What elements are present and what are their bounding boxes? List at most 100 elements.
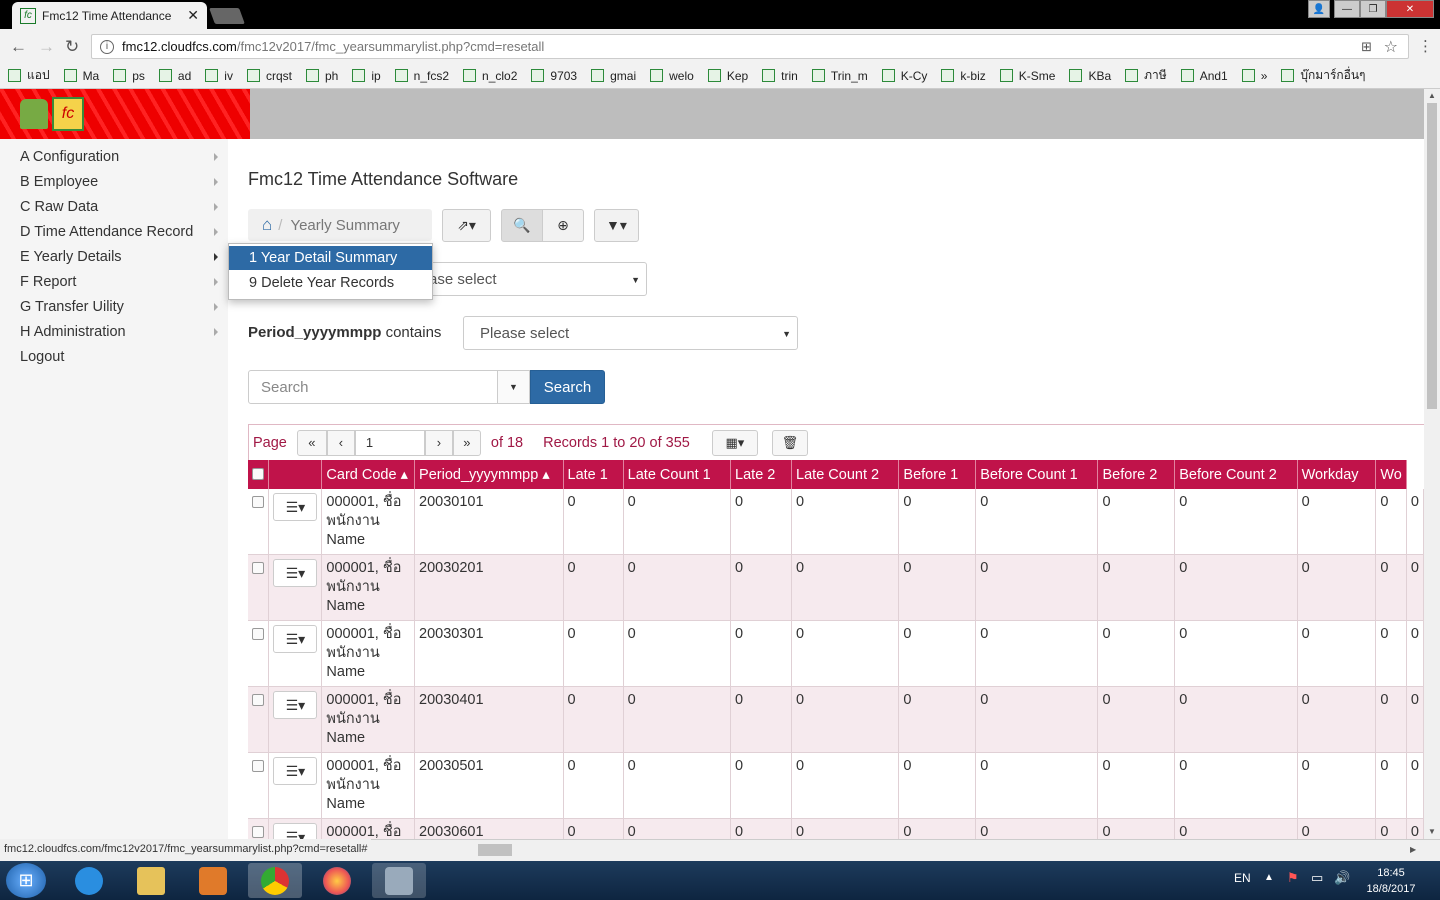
row-actions-button[interactable]: ☰▾ [273, 559, 318, 587]
bookmark-item[interactable]: ph [305, 69, 338, 83]
col-workday[interactable]: Workday [1297, 460, 1377, 489]
row-checkbox-cell[interactable] [248, 818, 270, 839]
bookmark-item[interactable]: Kep [707, 69, 748, 83]
bookmark-item[interactable]: Ma [63, 69, 99, 83]
col-before-2[interactable]: Before 2 [1097, 460, 1176, 489]
filter-select-1[interactable]: ase select ▼ [412, 262, 647, 296]
row-checkbox-cell[interactable] [248, 686, 270, 753]
bookmark-item[interactable]: trin [762, 69, 798, 83]
sidebar-item-configuration[interactable]: A Configuration [20, 149, 220, 165]
sidebar-item-employee[interactable]: B Employee [20, 174, 220, 190]
row-checkbox-cell[interactable] [248, 554, 270, 621]
search-type-dropdown[interactable]: ▼ [497, 370, 530, 404]
menu-item-delete-year-records[interactable]: 9 Delete Year Records [229, 271, 432, 295]
translate-icon[interactable]: ⊞ [1361, 39, 1372, 55]
sidebar-item-administration[interactable]: H Administration [20, 324, 220, 340]
bookmark-item[interactable]: ip [352, 69, 381, 83]
sidebar-item-raw-data[interactable]: C Raw Data [20, 199, 220, 215]
bookmark-item[interactable]: K-Sme [999, 69, 1055, 83]
row-checkbox[interactable] [252, 694, 264, 706]
row-checkbox[interactable] [252, 760, 264, 772]
bookmark-item[interactable]: welo [650, 69, 694, 83]
taskbar-paint[interactable] [372, 863, 426, 898]
reload-icon[interactable]: ↻ [65, 37, 79, 57]
tray-expand-icon[interactable]: ▲ [1264, 872, 1274, 883]
row-checkbox-cell[interactable] [248, 620, 270, 687]
taskbar-explorer[interactable] [124, 863, 178, 898]
back-icon[interactable]: ← [10, 37, 27, 57]
bookmark-star-icon[interactable]: ☆ [1384, 37, 1398, 57]
clock[interactable]: 18:45 18/8/2017 [1362, 865, 1420, 897]
row-actions-button[interactable]: ☰▾ [273, 625, 318, 653]
bookmark-item[interactable]: And1 [1180, 69, 1228, 83]
row-checkbox[interactable] [252, 628, 264, 640]
forward-icon[interactable]: → [38, 37, 55, 57]
new-tab-button[interactable] [209, 8, 245, 24]
bookmark-item[interactable]: crqst [246, 69, 292, 83]
menu-item-year-detail-summary[interactable]: 1 Year Detail Summary [229, 246, 432, 270]
col-late-2[interactable]: Late 2 [730, 460, 793, 489]
row-checkbox-cell[interactable] [248, 489, 270, 555]
col-card-code[interactable]: Card Code ▴ [321, 460, 416, 489]
select-all-checkbox[interactable] [252, 468, 264, 480]
bookmark-item[interactable]: gmai [591, 69, 636, 83]
bookmark-item[interactable]: 9703 [531, 69, 577, 83]
last-page-button[interactable]: » [452, 429, 481, 456]
first-page-button[interactable]: « [296, 429, 327, 456]
bookmark-item[interactable]: » [1241, 69, 1267, 83]
filter-button[interactable]: ▼▾ [594, 209, 639, 242]
bookmark-item[interactable]: n_fcs2 [394, 69, 449, 83]
bookmark-item[interactable]: Trin_m [811, 69, 868, 83]
select-all-checkbox-cell[interactable] [248, 460, 270, 489]
advanced-search-button[interactable]: ⊕ [542, 209, 584, 242]
language-indicator[interactable]: EN [1234, 871, 1251, 885]
user-icon[interactable]: 👤 [1308, 0, 1330, 18]
col-period[interactable]: Period_yyyymmpp ▴ [414, 460, 564, 489]
page-number-input[interactable]: 1 [354, 429, 425, 456]
menu-dots-icon[interactable]: ⋮ [1418, 37, 1433, 55]
search-input[interactable]: Search [248, 370, 498, 404]
previous-page-button[interactable]: ‹ [326, 429, 355, 456]
export-button[interactable]: ⇗▾ [442, 209, 491, 242]
row-actions-button[interactable]: ☰▾ [273, 691, 318, 719]
start-button[interactable]: ⊞ [6, 863, 46, 898]
col-late-count-1[interactable]: Late Count 1 [623, 460, 732, 489]
bookmark-item[interactable]: แอป [8, 66, 50, 85]
row-checkbox-cell[interactable] [248, 752, 270, 819]
search-panel-button[interactable]: 🔍 [501, 209, 543, 242]
row-actions-button[interactable]: ☰▾ [273, 757, 318, 785]
home-icon[interactable]: ⌂ [262, 215, 272, 235]
taskbar-chrome[interactable] [248, 863, 302, 898]
row-actions-button[interactable]: ☰▾ [273, 493, 318, 521]
scroll-down-icon[interactable]: ▼ [1428, 827, 1436, 836]
minimize-button[interactable]: — [1334, 0, 1360, 18]
bookmark-item[interactable]: บุ๊กมาร์กอื่นๆ [1281, 66, 1366, 85]
col-before-count-1[interactable]: Before Count 1 [975, 460, 1099, 489]
sidebar-item-time-attendance-record[interactable]: D Time Attendance Record [20, 224, 220, 240]
col-before-count-2[interactable]: Before Count 2 [1174, 460, 1298, 489]
sidebar-item-yearly-details[interactable]: E Yearly Details [20, 249, 220, 265]
taskbar-firefox[interactable] [310, 863, 364, 898]
bookmark-item[interactable]: iv [205, 69, 233, 83]
browser-tab[interactable]: fc Fmc12 Time Attendance ✕ [12, 2, 207, 29]
sidebar-item-transfer-uility[interactable]: G Transfer Uility [20, 299, 220, 315]
app-logo[interactable]: fc [0, 89, 250, 139]
search-button[interactable]: Search [530, 370, 605, 404]
next-page-button[interactable]: › [424, 429, 453, 456]
bookmark-item[interactable]: KBa [1069, 69, 1111, 83]
taskbar-media[interactable] [186, 863, 240, 898]
delete-button[interactable]: 🗑 [771, 429, 808, 456]
row-checkbox[interactable] [252, 562, 264, 574]
col-late-count-2[interactable]: Late Count 2 [791, 460, 900, 489]
grid-options-button[interactable]: ▦▾ [711, 429, 758, 456]
maximize-button[interactable]: ❐ [1360, 0, 1386, 18]
col-wo[interactable]: Wo [1375, 460, 1407, 489]
taskbar-ie[interactable] [62, 863, 116, 898]
row-checkbox[interactable] [252, 496, 264, 508]
bookmark-item[interactable]: k-biz [941, 69, 986, 83]
close-tab-icon[interactable]: ✕ [187, 7, 199, 24]
scroll-right-icon[interactable]: ▶ [1410, 845, 1416, 854]
close-window-button[interactable]: ✕ [1386, 0, 1434, 18]
vertical-scroll-thumb[interactable] [1427, 103, 1437, 409]
bookmark-item[interactable]: ad [158, 69, 191, 83]
